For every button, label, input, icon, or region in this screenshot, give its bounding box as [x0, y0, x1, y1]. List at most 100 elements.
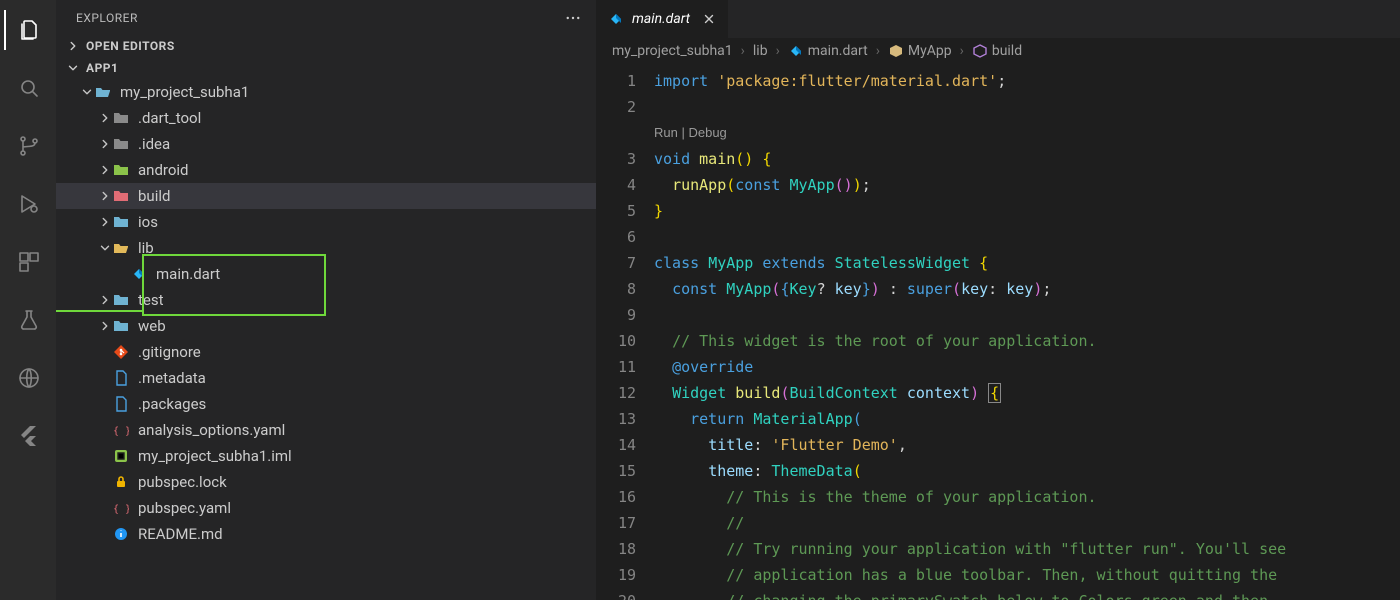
code-line[interactable]: // changing the primarySwatch below to C… [654, 588, 1400, 600]
workspace-section[interactable]: APP1 [56, 57, 596, 79]
open-editors-section[interactable]: OPEN EDITORS [56, 35, 596, 57]
folder-row[interactable]: web [56, 313, 596, 339]
search-icon [17, 76, 41, 100]
breadcrumb-item[interactable]: main.dart [808, 43, 868, 59]
code-line[interactable]: theme: ThemeData( [654, 458, 1400, 484]
folder-row[interactable]: .dart_tool [56, 105, 596, 131]
svg-text:{ }: { } [113, 426, 129, 437]
file-icon: { } [112, 421, 130, 439]
activity-search[interactable] [4, 68, 52, 108]
folder-row[interactable]: lib [56, 235, 596, 261]
folder-row[interactable]: build [56, 183, 596, 209]
code-line[interactable]: // This is the theme of your application… [654, 484, 1400, 510]
play-bug-icon [17, 192, 41, 216]
folder-row[interactable]: test [56, 287, 596, 313]
code-editor[interactable]: 12 34567891011121314151617181920 import … [596, 64, 1400, 600]
file-icon [112, 291, 130, 309]
folder-row[interactable]: .idea [56, 131, 596, 157]
tree-label: build [138, 187, 170, 205]
code-line[interactable]: runApp(const MyApp()); [654, 172, 1400, 198]
code-line[interactable] [654, 302, 1400, 328]
activity-testing[interactable] [4, 300, 52, 340]
activity-explorer[interactable] [4, 10, 52, 50]
code-content[interactable]: import 'package:flutter/material.dart'; … [654, 64, 1400, 600]
file-row[interactable]: .gitignore [56, 339, 596, 365]
code-line[interactable] [654, 224, 1400, 250]
flask-icon [17, 308, 41, 332]
folder-row[interactable]: my_project_subha1 [56, 79, 596, 105]
remote-icon [17, 366, 41, 390]
activity-extensions[interactable] [4, 242, 52, 282]
tree-label: test [138, 291, 164, 309]
tree-label: .gitignore [138, 343, 201, 361]
file-row[interactable]: README.md [56, 521, 596, 547]
dart-file-icon [608, 11, 624, 27]
breadcrumb-item[interactable]: build [992, 43, 1022, 59]
dart-file-icon [788, 43, 804, 59]
file-row[interactable]: .packages [56, 391, 596, 417]
line-number: 9 [596, 302, 636, 328]
line-number: 20 [596, 588, 636, 600]
breadcrumb-sep: › [960, 43, 964, 59]
code-line[interactable]: } [654, 198, 1400, 224]
tree-label: .dart_tool [138, 109, 201, 127]
code-line[interactable]: // This widget is the root of your appli… [654, 328, 1400, 354]
tab-bar: main.dart [596, 0, 1400, 38]
line-number: 15 [596, 458, 636, 484]
breadcrumb-item[interactable]: MyApp [908, 43, 952, 59]
line-number: 4 [596, 172, 636, 198]
file-icon [112, 447, 130, 465]
code-line[interactable] [654, 94, 1400, 120]
code-line[interactable]: // Try running your application with "fl… [654, 536, 1400, 562]
tab-main-dart[interactable]: main.dart [596, 0, 729, 38]
chevron-right-icon [98, 163, 112, 177]
tree-label: pubspec.yaml [138, 499, 231, 517]
code-line[interactable]: const MyApp({Key? key}) : super(key: key… [654, 276, 1400, 302]
line-number: 13 [596, 406, 636, 432]
code-line[interactable]: class MyApp extends StatelessWidget { [654, 250, 1400, 276]
file-icon [130, 265, 148, 283]
activity-source-control[interactable] [4, 126, 52, 166]
code-line[interactable]: // application has a blue toolbar. Then,… [654, 562, 1400, 588]
chevron-right-icon [66, 39, 80, 53]
code-line[interactable]: import 'package:flutter/material.dart'; [654, 68, 1400, 94]
breadcrumb-item[interactable]: lib [753, 43, 768, 59]
code-line[interactable]: // [654, 510, 1400, 536]
activity-flutter[interactable] [4, 416, 52, 456]
line-number: 8 [596, 276, 636, 302]
folder-row[interactable]: ios [56, 209, 596, 235]
breadcrumb[interactable]: my_project_subha1›lib›main.dart›MyApp›bu… [596, 38, 1400, 64]
extensions-icon [17, 250, 41, 274]
tree-label: analysis_options.yaml [138, 421, 285, 439]
file-row[interactable]: main.dart [56, 261, 596, 287]
code-line[interactable]: void main() { [654, 146, 1400, 172]
close-icon[interactable] [702, 12, 716, 26]
more-icon[interactable] [564, 9, 582, 27]
activity-remote[interactable] [4, 358, 52, 398]
code-line[interactable]: Widget build(BuildContext context) { [654, 380, 1400, 406]
line-number: 16 [596, 484, 636, 510]
breadcrumb-item[interactable]: my_project_subha1 [612, 43, 733, 59]
line-number-gutter: 12 34567891011121314151617181920 [596, 64, 654, 600]
files-icon [17, 18, 41, 42]
activity-run-debug[interactable] [4, 184, 52, 224]
code-line[interactable]: @override [654, 354, 1400, 380]
file-tree: my_project_subha1 .dart_tool .ideaandroid b… [56, 79, 596, 555]
code-line[interactable]: return MaterialApp( [654, 406, 1400, 432]
file-icon [112, 239, 130, 257]
file-row[interactable]: .metadata [56, 365, 596, 391]
chevron-down-icon [98, 241, 112, 255]
code-line[interactable]: title: 'Flutter Demo', [654, 432, 1400, 458]
file-row[interactable]: { }pubspec.yaml [56, 495, 596, 521]
tree-label: my_project_subha1 [120, 83, 249, 101]
file-row[interactable]: my_project_subha1.iml [56, 443, 596, 469]
codelens[interactable]: Run | Debug [654, 120, 1400, 146]
file-row[interactable]: pubspec.lock [56, 469, 596, 495]
line-number: 17 [596, 510, 636, 536]
tab-label: main.dart [632, 11, 690, 27]
chevron-right-icon [98, 319, 112, 333]
file-row[interactable]: { } analysis_options.yaml [56, 417, 596, 443]
folder-row[interactable]: android [56, 157, 596, 183]
line-number: 3 [596, 146, 636, 172]
file-icon [112, 213, 130, 231]
